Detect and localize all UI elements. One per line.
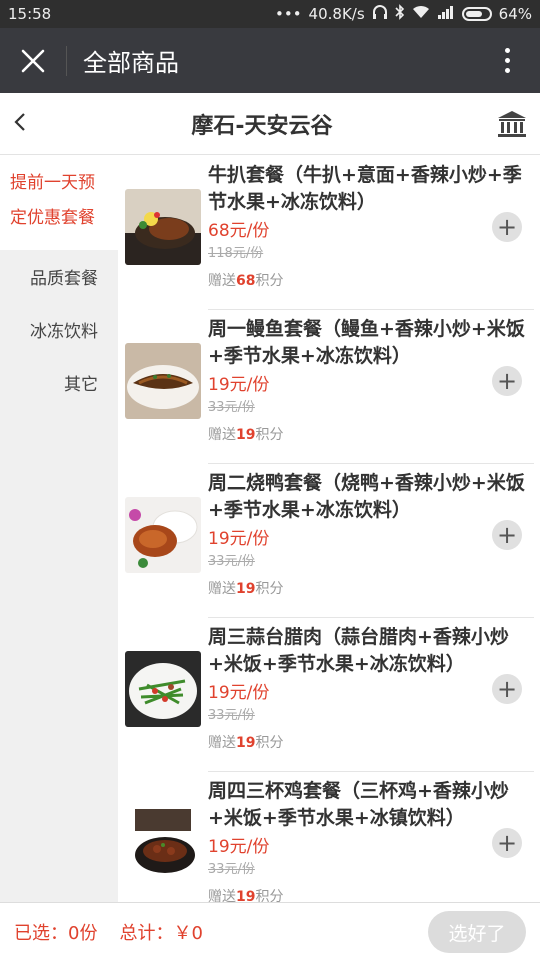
product-points: 赠送19积分 <box>208 735 284 751</box>
product-item[interactable]: 周二烧鸭套餐（烧鸭+香辣小炒+米饭+季节水果+冰冻饮料） 19元/份 33元/份… <box>118 464 540 618</box>
chevron-left-icon <box>14 112 25 131</box>
network-speed: 40.8K/s <box>308 5 365 23</box>
add-to-cart-button[interactable]: + <box>492 520 522 550</box>
back-button[interactable] <box>0 109 40 139</box>
add-to-cart-button[interactable]: + <box>492 212 522 242</box>
product-points: 赠送19积分 <box>208 889 284 902</box>
plus-icon: + <box>496 521 518 549</box>
title-bar: 全部商品 <box>0 28 540 93</box>
product-original-price: 33元/份 <box>208 400 255 415</box>
product-image <box>125 805 201 881</box>
category-label: 定优惠套餐 <box>10 208 95 228</box>
headphones-icon <box>372 5 388 23</box>
bluetooth-icon <box>395 4 405 24</box>
product-points: 赠送19积分 <box>208 427 284 443</box>
page-title: 全部商品 <box>83 49 179 77</box>
product-points: 赠送19积分 <box>208 581 284 597</box>
product-name: 周二烧鸭套餐（烧鸭+香辣小炒+米饭+季节水果+冰冻饮料） <box>208 472 525 521</box>
cart-bar: 已选：0份 总计：￥0 选好了 <box>0 902 540 960</box>
product-original-price: 33元/份 <box>208 862 255 877</box>
product-item[interactable]: 周三蒜台腊肉（蒜台腊肉+香辣小炒+米饭+季节水果+冰冻饮料） 19元/份 33元… <box>118 618 540 772</box>
category-item-drinks[interactable]: 冰冻饮料 <box>0 303 118 356</box>
product-original-price: 33元/份 <box>208 554 255 569</box>
plus-icon: + <box>496 367 518 395</box>
product-list: 牛扒套餐（牛扒+意面+香辣小炒+季节水果+冰冻饮料） 68元/份 118元/份 … <box>118 156 540 902</box>
add-to-cart-button[interactable]: + <box>492 674 522 704</box>
product-original-price: 118元/份 <box>208 246 264 261</box>
close-icon <box>21 49 45 72</box>
selected-count: 已选：0份 <box>14 922 98 944</box>
product-points: 赠送68积分 <box>208 273 284 289</box>
store-info-button[interactable] <box>484 110 540 138</box>
signal-icon <box>437 5 455 23</box>
add-to-cart-button[interactable]: + <box>492 828 522 858</box>
product-price: 19元/份 <box>208 375 270 395</box>
close-button[interactable] <box>0 28 66 93</box>
status-bar: 15:58 ••• 40.8K/s 64% <box>0 0 540 28</box>
checkout-button[interactable]: 选好了 <box>428 911 526 953</box>
plus-icon: + <box>496 213 518 241</box>
product-item[interactable]: 周一鳗鱼套餐（鳗鱼+香辣小炒+米饭+季节水果+冰冻饮料） 19元/份 33元/份… <box>118 310 540 464</box>
bank-icon <box>498 110 526 137</box>
more-button[interactable] <box>474 28 540 93</box>
product-item[interactable]: 周四三杯鸡套餐（三杯鸡+香辣小炒+米饭+季节水果+冰镇饮料） 19元/份 33元… <box>118 772 540 902</box>
plus-icon: + <box>496 829 518 857</box>
product-price: 19元/份 <box>208 837 270 857</box>
dots-icon: ••• <box>275 5 302 23</box>
store-name: 摩石-天安云谷 <box>191 113 333 139</box>
wifi-icon <box>412 5 430 23</box>
plus-icon: + <box>496 675 518 703</box>
category-item-quality[interactable]: 品质套餐 <box>0 250 118 303</box>
add-to-cart-button[interactable]: + <box>492 366 522 396</box>
battery-icon <box>461 7 492 21</box>
category-label: 提前一天预 <box>10 173 95 193</box>
status-right: ••• 40.8K/s 64% <box>275 4 532 24</box>
product-original-price: 33元/份 <box>208 708 255 723</box>
battery-level: 64% <box>498 5 532 23</box>
more-vertical-icon <box>504 48 510 53</box>
product-price: 19元/份 <box>208 683 270 703</box>
product-name: 牛扒套餐（牛扒+意面+香辣小炒+季节水果+冰冻饮料） <box>208 164 522 213</box>
product-item[interactable]: 牛扒套餐（牛扒+意面+香辣小炒+季节水果+冰冻饮料） 68元/份 118元/份 … <box>118 156 540 310</box>
status-time: 15:58 <box>8 5 52 23</box>
category-item-other[interactable]: 其它 <box>0 356 118 409</box>
store-header: 摩石-天安云谷 <box>0 93 540 155</box>
product-price: 68元/份 <box>208 221 270 241</box>
product-image <box>125 343 201 419</box>
product-price: 19元/份 <box>208 529 270 549</box>
product-name: 周四三杯鸡套餐（三杯鸡+香辣小炒+米饭+季节水果+冰镇饮料） <box>208 780 509 829</box>
product-image <box>125 651 201 727</box>
category-item-preorder[interactable]: 提前一天预 定优惠套餐 <box>0 156 118 250</box>
product-name: 周三蒜台腊肉（蒜台腊肉+香辣小炒+米饭+季节水果+冰冻饮料） <box>208 626 509 675</box>
product-image <box>125 189 201 265</box>
cart-total: 总计：￥0 <box>119 922 203 944</box>
product-image <box>125 497 201 573</box>
category-sidebar: 提前一天预 定优惠套餐 品质套餐 冰冻饮料 其它 <box>0 156 118 902</box>
product-name: 周一鳗鱼套餐（鳗鱼+香辣小炒+米饭+季节水果+冰冻饮料） <box>208 318 525 367</box>
